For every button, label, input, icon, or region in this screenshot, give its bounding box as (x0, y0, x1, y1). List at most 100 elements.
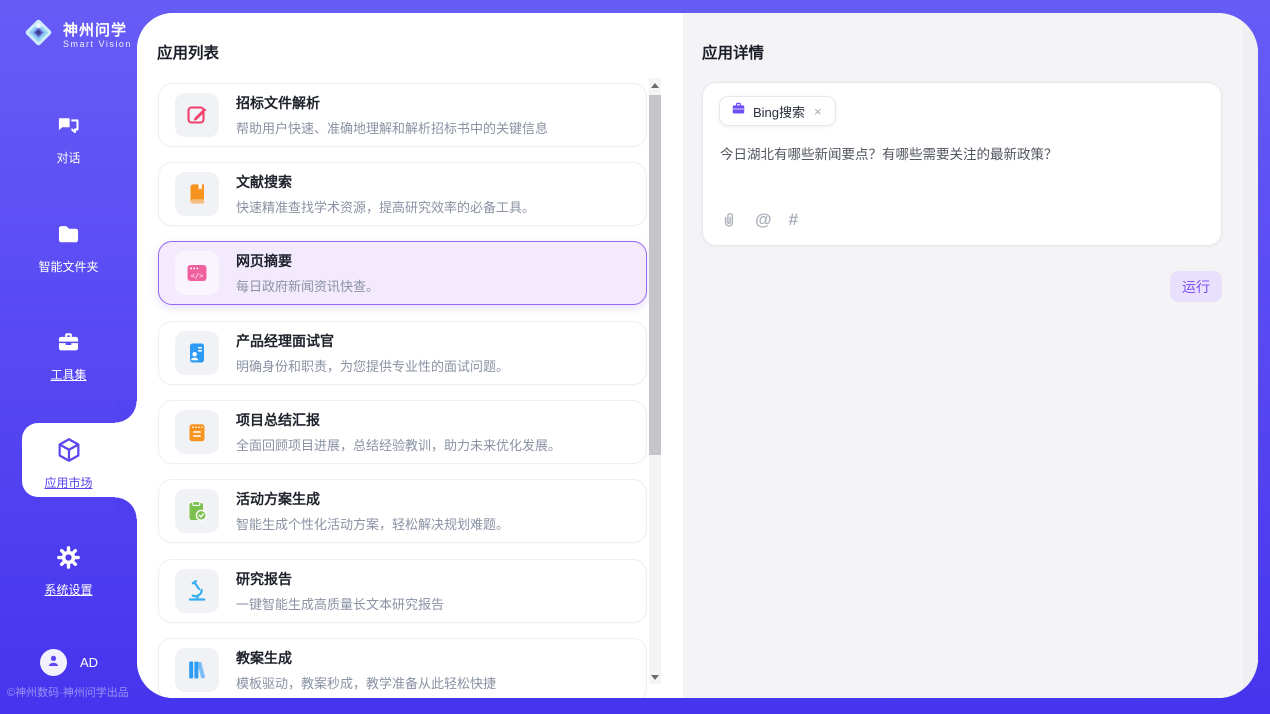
svg-text:</>: </> (191, 272, 204, 280)
app-name: 招标文件解析 (236, 93, 548, 113)
app-icon-tile (175, 93, 219, 137)
app-name: 文献搜索 (236, 172, 535, 192)
app-card[interactable]: 研究报告一键智能生成高质量长文本研究报告 (158, 559, 647, 623)
app-icon-tile (175, 172, 219, 216)
app-name: 教案生成 (236, 648, 496, 668)
sidebar: 神州问学 Smart Vision 对话 智能文件夹 (0, 0, 137, 714)
person-icon (45, 652, 62, 674)
triangle-up-icon (651, 83, 659, 88)
app-card[interactable]: 教案生成模板驱动，教案秒成，教学准备从此轻松快捷 (158, 638, 647, 698)
cube-icon (55, 436, 83, 469)
app-meta: 项目总结汇报全面回顾项目进展，总结经验教训，助力未来优化发展。 (236, 410, 561, 454)
logo-subtitle: Smart Vision (63, 39, 132, 49)
query-input[interactable]: 今日湖北有哪些新闻要点？有哪些需要关注的最新政策？ (720, 143, 1200, 163)
app-card[interactable]: 文献搜索快速精准查找学术资源，提高研究效率的必备工具。 (158, 162, 647, 226)
sidebar-item-app-market[interactable]: 应用市场 (0, 436, 137, 491)
app-meta: 文献搜索快速精准查找学术资源，提高研究效率的必备工具。 (236, 172, 535, 216)
gear-icon (55, 544, 82, 576)
sidebar-item-toolset[interactable]: 工具集 (0, 329, 137, 383)
app-card[interactable]: 活动方案生成智能生成个性化活动方案，轻松解决规划难题。 (158, 479, 647, 543)
app-name: 项目总结汇报 (236, 410, 561, 430)
sidebar-item-smart-folder[interactable]: 智能文件夹 (0, 221, 137, 275)
app-icon-tile (175, 648, 219, 692)
triangle-down-icon (651, 675, 659, 680)
sidebar-item-label: 对话 (56, 149, 80, 166)
app-meta: 产品经理面试官明确身份和职责，为您提供专业性的面试问题。 (236, 331, 509, 375)
active-tab-curve-bottom (115, 497, 137, 519)
clipboard-check-icon (185, 499, 209, 523)
app-logo: 神州问学 Smart Vision (22, 16, 132, 54)
chat-icon (55, 112, 82, 144)
scroll-up-button[interactable] (649, 78, 661, 92)
app-window: 神州问学 Smart Vision 对话 智能文件夹 (0, 0, 1270, 714)
query-card: Bing搜索 × 今日湖北有哪些新闻要点？有哪些需要关注的最新政策？ @ # (702, 82, 1222, 246)
briefcase-icon (731, 101, 746, 121)
app-meta: 教案生成模板驱动，教案秒成，教学准备从此轻松快捷 (236, 648, 496, 692)
app-name: 活动方案生成 (236, 489, 509, 509)
app-list-panel: 应用列表 招标文件解析帮助用户快速、准确地理解和解析招标书中的关键信息文献搜索快… (137, 13, 683, 698)
app-list-title: 应用列表 (157, 41, 219, 63)
sidebar-item-label: 系统设置 (44, 581, 92, 598)
notepad-icon (185, 420, 209, 444)
copyright-text: ©神州数码·神州问学出品 (7, 684, 129, 700)
sidebar-item-chat[interactable]: 对话 (0, 112, 137, 166)
app-description: 全面回顾项目进展，总结经验教训，助力未来优化发展。 (236, 435, 561, 454)
app-meta: 活动方案生成智能生成个性化活动方案，轻松解决规划难题。 (236, 489, 509, 533)
avatar (40, 649, 67, 676)
sidebar-item-label: 工具集 (50, 366, 86, 383)
app-icon-tile: </> (175, 251, 219, 295)
app-icon-tile (175, 489, 219, 533)
app-description: 明确身份和职责，为您提供专业性的面试问题。 (236, 356, 509, 375)
edit-square-icon (185, 103, 209, 127)
app-description: 每日政府新闻资讯快查。 (236, 276, 379, 295)
logo-title: 神州问学 (63, 22, 132, 39)
main-content: 应用列表 招标文件解析帮助用户快速、准确地理解和解析招标书中的关键信息文献搜索快… (137, 13, 1258, 698)
app-description: 快速精准查找学术资源，提高研究效率的必备工具。 (236, 197, 535, 216)
list-scrollbar (649, 78, 661, 684)
sidebar-item-settings[interactable]: 系统设置 (0, 544, 137, 598)
attachment-icon[interactable] (720, 211, 738, 229)
user-profile[interactable]: AD (40, 649, 98, 676)
active-tab-curve-top (115, 401, 137, 423)
app-icon-tile (175, 331, 219, 375)
app-name: 研究报告 (236, 569, 444, 589)
logo-diamond-icon (22, 16, 55, 54)
scrollbar-thumb[interactable] (649, 95, 661, 455)
app-icon-tile (175, 410, 219, 454)
app-card[interactable]: 项目总结汇报全面回顾项目进展，总结经验教训，助力未来优化发展。 (158, 400, 647, 464)
sidebar-item-label: 智能文件夹 (38, 258, 98, 275)
tool-chip-label: Bing搜索 (753, 102, 805, 121)
app-name: 产品经理面试官 (236, 331, 509, 351)
app-detail-title: 应用详情 (702, 41, 764, 63)
app-card[interactable]: 产品经理面试官明确身份和职责，为您提供专业性的面试问题。 (158, 321, 647, 385)
run-button[interactable]: 运行 (1170, 271, 1222, 302)
tool-chip-bing-search[interactable]: Bing搜索 × (719, 96, 836, 126)
browser-code-icon: </> (185, 261, 209, 285)
sidebar-item-label: 应用市场 (44, 474, 92, 491)
app-icon-tile (175, 569, 219, 613)
books-icon (185, 658, 209, 682)
app-description: 一键智能生成高质量长文本研究报告 (236, 594, 444, 613)
app-description: 智能生成个性化活动方案，轻松解决规划难题。 (236, 514, 509, 533)
close-icon[interactable]: × (812, 103, 824, 120)
book-icon (185, 182, 209, 206)
app-description: 模板驱动，教案秒成，教学准备从此轻松快捷 (236, 673, 496, 692)
scroll-down-button[interactable] (649, 670, 661, 684)
app-meta: 网页摘要每日政府新闻资讯快查。 (236, 251, 379, 295)
resume-icon (185, 341, 209, 365)
user-name: AD (80, 655, 98, 670)
app-meta: 招标文件解析帮助用户快速、准确地理解和解析招标书中的关键信息 (236, 93, 548, 137)
app-card[interactable]: </> 网页摘要每日政府新闻资讯快查。 (158, 241, 647, 305)
microscope-icon (185, 579, 209, 603)
toolbox-icon (55, 329, 82, 361)
app-description: 帮助用户快速、准确地理解和解析招标书中的关键信息 (236, 118, 548, 137)
input-toolbar: @ # (720, 210, 798, 230)
app-detail-panel: 应用详情 Bing搜索 × 今日湖北有哪 (683, 13, 1258, 698)
hash-icon[interactable]: # (789, 210, 798, 230)
app-meta: 研究报告一键智能生成高质量长文本研究报告 (236, 569, 444, 613)
folder-icon (55, 221, 82, 253)
app-card[interactable]: 招标文件解析帮助用户快速、准确地理解和解析招标书中的关键信息 (158, 83, 647, 147)
mention-icon[interactable]: @ (755, 210, 772, 230)
detail-scroll-gutter (1243, 13, 1258, 698)
app-name: 网页摘要 (236, 251, 379, 271)
